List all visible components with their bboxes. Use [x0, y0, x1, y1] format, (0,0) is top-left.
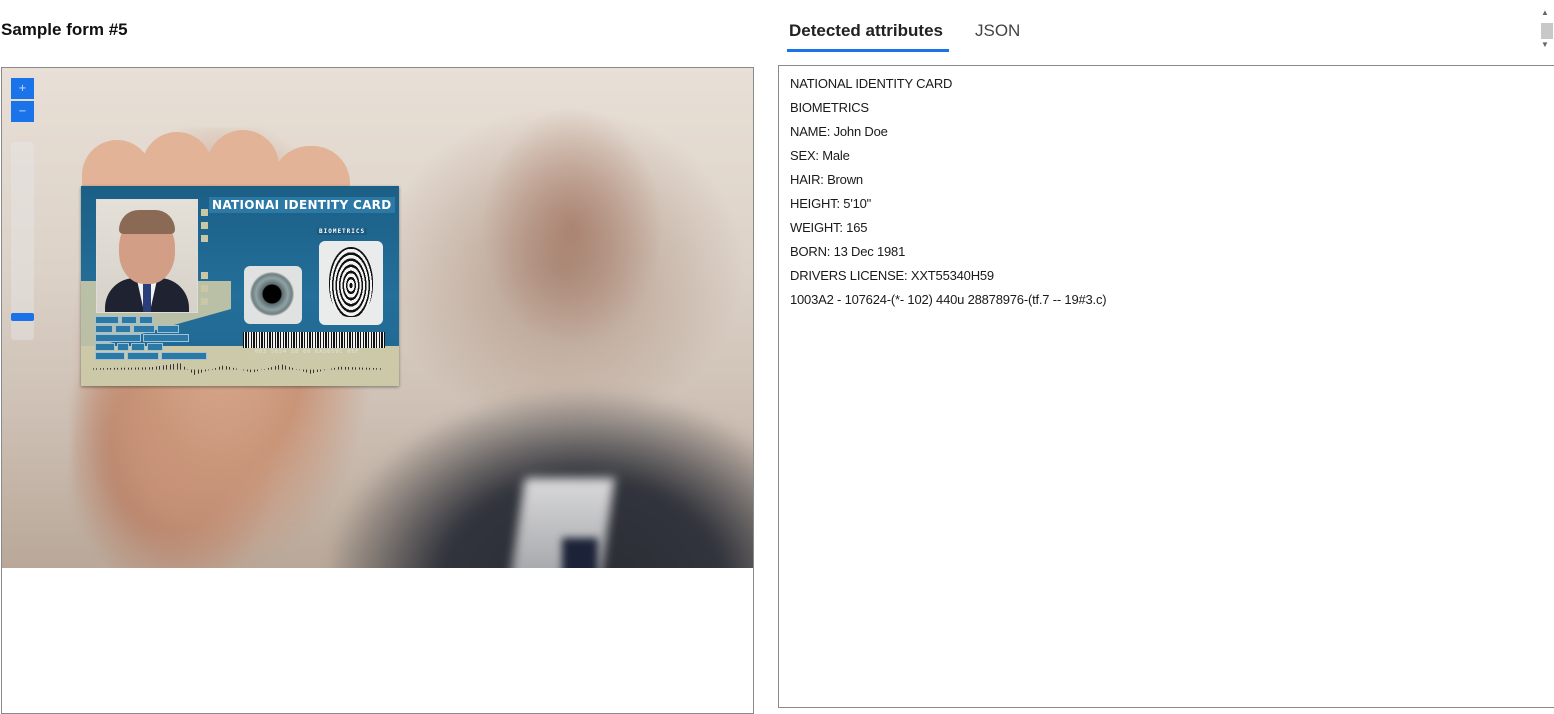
- card-square: [201, 272, 208, 279]
- card-title: NATIONAI IDENTITY CARD: [209, 197, 395, 213]
- image-viewer[interactable]: NATIONAI IDENTITY CARD BIOMETRICS 003 56…: [1, 67, 754, 714]
- zoom-slider-track[interactable]: [11, 142, 34, 340]
- attribute-line: HAIR: Brown: [790, 172, 863, 187]
- iris-scan-image: [244, 266, 302, 324]
- attribute-line: 1003A2 - 107624-(*- 102) 440u 28878976-(…: [790, 292, 1107, 307]
- id-card: NATIONAI IDENTITY CARD BIOMETRICS 003 56…: [81, 186, 399, 386]
- card-square: [201, 285, 208, 292]
- tab-detected-attributes[interactable]: Detected attributes: [789, 21, 943, 41]
- fingerprint-image: [319, 241, 383, 325]
- chevron-up-icon[interactable]: ▲: [1541, 8, 1549, 17]
- chevron-down-icon[interactable]: ▼: [1541, 40, 1549, 49]
- zoom-out-button[interactable]: −: [11, 101, 34, 122]
- attribute-line: BIOMETRICS: [790, 100, 869, 115]
- form-photo: NATIONAI IDENTITY CARD BIOMETRICS 003 56…: [2, 68, 753, 568]
- card-square: [201, 222, 208, 229]
- attribute-line: DRIVERS LICENSE: XXT55340H59: [790, 268, 994, 283]
- vertical-scrollbar[interactable]: ▲ ▼: [1539, 8, 1553, 52]
- scrollbar-thumb[interactable]: [1541, 23, 1553, 39]
- active-tab-indicator: [787, 49, 949, 52]
- attribute-line: WEIGHT: 165: [790, 220, 868, 235]
- attribute-line: NAME: John Doe: [790, 124, 888, 139]
- page-title: Sample form #5: [1, 20, 128, 39]
- card-square: [201, 209, 208, 216]
- zoom-in-button[interactable]: +: [11, 78, 34, 99]
- photo-tie: [562, 538, 598, 568]
- attribute-line: NATIONAL IDENTITY CARD: [790, 76, 953, 91]
- attribute-line: SEX: Male: [790, 148, 850, 163]
- attribute-line: HEIGHT: 5'10": [790, 196, 872, 211]
- attributes-panel[interactable]: NATIONAL IDENTITY CARD BIOMETRICS NAME: …: [778, 65, 1554, 708]
- photo-finger: [207, 130, 279, 192]
- tab-json[interactable]: JSON: [975, 21, 1020, 41]
- card-square: [201, 298, 208, 305]
- card-biometrics-label: BIOMETRICS: [317, 228, 368, 235]
- photo-finger: [142, 132, 212, 194]
- zoom-slider-thumb[interactable]: [11, 313, 34, 321]
- card-square: [201, 235, 208, 242]
- attribute-line: BORN: 13 Dec 1981: [790, 244, 906, 259]
- card-barcode: [243, 332, 385, 348]
- card-fields: [95, 316, 235, 361]
- card-barcode-text: 003 5654 S8 60 6A5659C 05F: [255, 349, 360, 355]
- card-portrait: [96, 199, 198, 313]
